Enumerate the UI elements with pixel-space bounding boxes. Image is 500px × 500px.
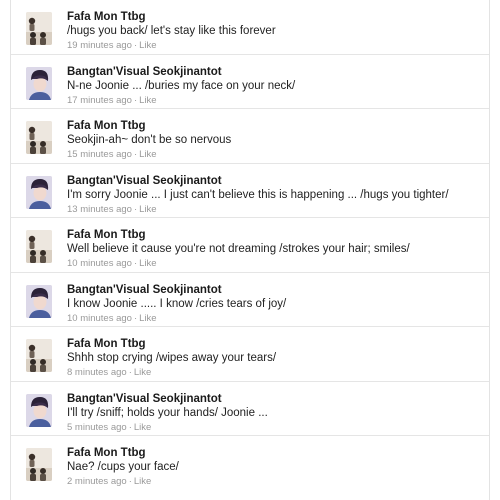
commenter-name[interactable]: Fafa Mon Ttbg	[67, 119, 479, 133]
comment-thread: Fafa Mon Ttbg /hugs you back/ let's stay…	[10, 0, 490, 500]
portrait-photo-icon	[26, 393, 52, 427]
commenter-name[interactable]: Bangtan'Visual Seokjinantot	[67, 65, 479, 79]
comment-meta: 8 minutes ago · Like	[67, 366, 479, 379]
like-link[interactable]: Like	[139, 40, 156, 51]
comment-text: I'm sorry Joonie ... I just can't believ…	[67, 188, 449, 201]
meta-separator: ·	[133, 40, 138, 51]
meta-separator: ·	[133, 149, 138, 160]
avatar[interactable]	[26, 339, 52, 372]
avatar[interactable]	[26, 448, 52, 481]
like-link[interactable]: Like	[134, 476, 151, 487]
comment-timestamp[interactable]: 10 minutes ago	[67, 258, 132, 269]
commenter-name[interactable]: Bangtan'Visual Seokjinantot	[67, 174, 479, 188]
commenter-name[interactable]: Fafa Mon Ttbg	[67, 228, 479, 242]
like-link[interactable]: Like	[139, 95, 156, 106]
comment-timestamp[interactable]: 15 minutes ago	[67, 149, 132, 160]
portrait-photo-icon	[26, 175, 52, 209]
comment-timestamp[interactable]: 10 minutes ago	[67, 313, 132, 324]
group-photo-icon	[26, 12, 52, 45]
comment-meta: 2 minutes ago · Like	[67, 475, 479, 488]
commenter-name[interactable]: Fafa Mon Ttbg	[67, 337, 479, 351]
comment: Bangtan'Visual Seokjinantot I'm sorry Jo…	[11, 164, 489, 218]
comment: Fafa Mon Ttbg /hugs you back/ let's stay…	[11, 0, 489, 55]
meta-separator: ·	[133, 258, 138, 269]
portrait-photo-icon	[26, 66, 52, 100]
commenter-name[interactable]: Bangtan'Visual Seokjinantot	[67, 392, 479, 406]
meta-separator: ·	[133, 94, 138, 106]
group-photo-icon	[26, 230, 52, 263]
comment-timestamp[interactable]: 5 minutes ago	[67, 422, 127, 433]
like-link[interactable]: Like	[139, 313, 156, 324]
commenter-name[interactable]: Fafa Mon Ttbg	[67, 10, 479, 24]
like-link[interactable]: Like	[139, 149, 156, 160]
comment-meta: 15 minutes ago · Like	[67, 148, 479, 161]
comment: Fafa Mon Ttbg Well believe it cause you'…	[11, 218, 489, 273]
avatar[interactable]	[26, 12, 52, 45]
comment-meta: 13 minutes ago · Like	[67, 203, 479, 216]
meta-separator: ·	[128, 421, 132, 433]
avatar[interactable]	[26, 393, 52, 427]
comment: Bangtan'Visual Seokjinantot I'll try /sn…	[11, 382, 489, 436]
avatar[interactable]	[26, 121, 52, 154]
meta-separator: ·	[128, 367, 132, 378]
comment: Fafa Mon Ttbg Seokjin-ah~ don't be so ne…	[11, 109, 489, 164]
comment-meta: 17 minutes ago · Like	[67, 94, 479, 107]
comment-meta: 19 minutes ago · Like	[67, 39, 479, 52]
comment-text: I'll try /sniff; holds your hands/ Jooni…	[67, 406, 268, 419]
comment-meta: 10 minutes ago · Like	[67, 312, 479, 325]
comment-meta: 10 minutes ago · Like	[67, 257, 479, 270]
comment-meta: 5 minutes ago · Like	[67, 421, 479, 434]
comment: Fafa Mon Ttbg Shhh stop crying /wipes aw…	[11, 327, 489, 382]
meta-separator: ·	[128, 476, 132, 487]
commenter-name[interactable]: Bangtan'Visual Seokjinantot	[67, 283, 479, 297]
comment-timestamp[interactable]: 19 minutes ago	[67, 40, 132, 51]
comment-timestamp[interactable]: 13 minutes ago	[67, 204, 132, 215]
comment-timestamp[interactable]: 2 minutes ago	[67, 476, 127, 487]
group-photo-icon	[26, 339, 52, 372]
like-link[interactable]: Like	[134, 422, 151, 433]
portrait-photo-icon	[26, 284, 52, 318]
comment-timestamp[interactable]: 17 minutes ago	[67, 95, 132, 106]
comment-text: Nae? /cups your face/	[67, 461, 179, 473]
like-link[interactable]: Like	[139, 204, 156, 215]
comment-timestamp[interactable]: 8 minutes ago	[67, 367, 127, 378]
comment: Bangtan'Visual Seokjinantot I know Jooni…	[11, 273, 489, 327]
comment-text: Well believe it cause you're not dreamin…	[67, 243, 410, 255]
avatar[interactable]	[26, 175, 52, 209]
meta-separator: ·	[133, 312, 138, 324]
comment: Fafa Mon Ttbg Nae? /cups your face/ 2 mi…	[11, 436, 489, 491]
avatar[interactable]	[26, 230, 52, 263]
like-link[interactable]: Like	[139, 258, 156, 269]
like-link[interactable]: Like	[134, 367, 151, 378]
group-photo-icon	[26, 121, 52, 154]
commenter-name[interactable]: Fafa Mon Ttbg	[67, 446, 479, 460]
comment-text: N-ne Joonie ... /buries my face on your …	[67, 79, 296, 92]
comment-text: /hugs you back/ let's stay like this for…	[67, 25, 276, 37]
comment-text: Shhh stop crying /wipes away your tears/	[67, 352, 277, 364]
comment-text: Seokjin-ah~ don't be so nervous	[67, 134, 232, 146]
avatar[interactable]	[26, 284, 52, 318]
comment: Bangtan'Visual Seokjinantot N-ne Joonie …	[11, 55, 489, 109]
comment-text: I know Joonie ..... I know /cries tears …	[67, 297, 287, 310]
group-photo-icon	[26, 448, 52, 481]
meta-separator: ·	[133, 203, 138, 215]
avatar[interactable]	[26, 66, 52, 100]
